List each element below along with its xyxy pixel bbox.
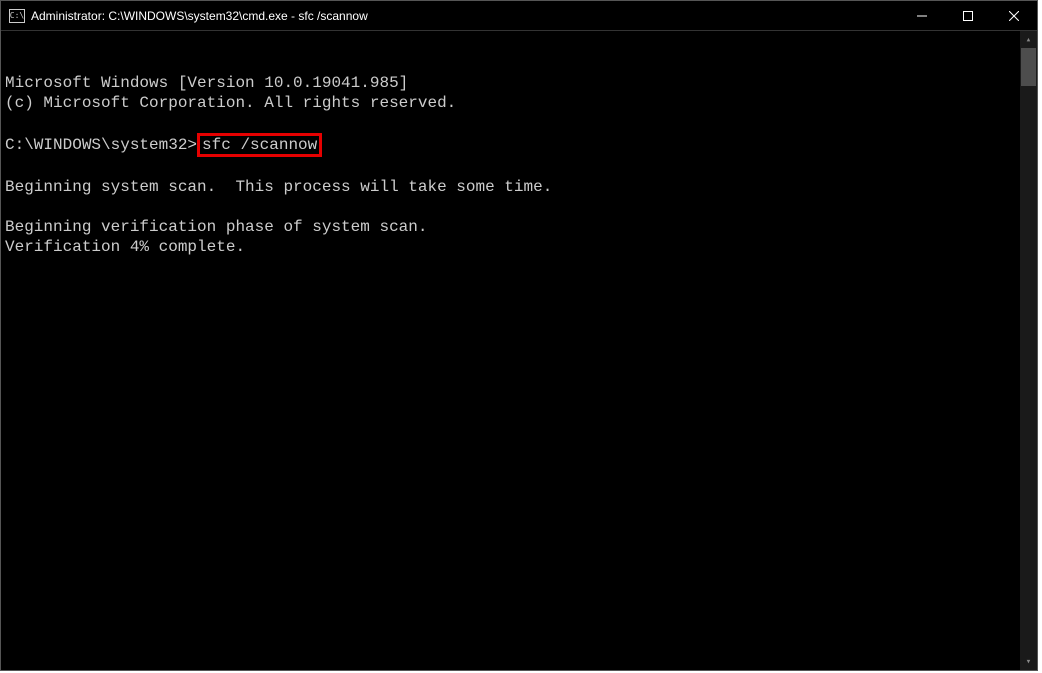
terminal-line: Beginning system scan. This process will… (5, 178, 552, 196)
titlebar[interactable]: C:\ Administrator: C:\WINDOWS\system32\c… (1, 1, 1037, 31)
scroll-up-arrow[interactable]: ▴ (1020, 31, 1037, 48)
titlebar-left: C:\ Administrator: C:\WINDOWS\system32\c… (9, 9, 368, 23)
minimize-button[interactable] (899, 1, 945, 30)
cmd-icon: C:\ (9, 9, 25, 23)
window-controls (899, 1, 1037, 30)
scroll-down-arrow[interactable]: ▾ (1020, 653, 1037, 670)
scrollbar[interactable]: ▴ ▾ (1020, 31, 1037, 670)
window-title: Administrator: C:\WINDOWS\system32\cmd.e… (31, 9, 368, 23)
terminal-body[interactable]: Microsoft Windows [Version 10.0.19041.98… (1, 31, 1037, 670)
command-highlight: sfc /scannow (197, 133, 322, 157)
maximize-button[interactable] (945, 1, 991, 30)
close-button[interactable] (991, 1, 1037, 30)
terminal-line: Beginning verification phase of system s… (5, 218, 427, 236)
terminal-line: Microsoft Windows [Version 10.0.19041.98… (5, 74, 408, 92)
cmd-window: C:\ Administrator: C:\WINDOWS\system32\c… (0, 0, 1038, 671)
terminal-line: Verification 4% complete. (5, 238, 245, 256)
terminal-prompt: C:\WINDOWS\system32> (5, 136, 197, 154)
scroll-thumb[interactable] (1021, 48, 1036, 86)
terminal-line: (c) Microsoft Corporation. All rights re… (5, 94, 456, 112)
terminal-content: Microsoft Windows [Version 10.0.19041.98… (5, 73, 1015, 257)
